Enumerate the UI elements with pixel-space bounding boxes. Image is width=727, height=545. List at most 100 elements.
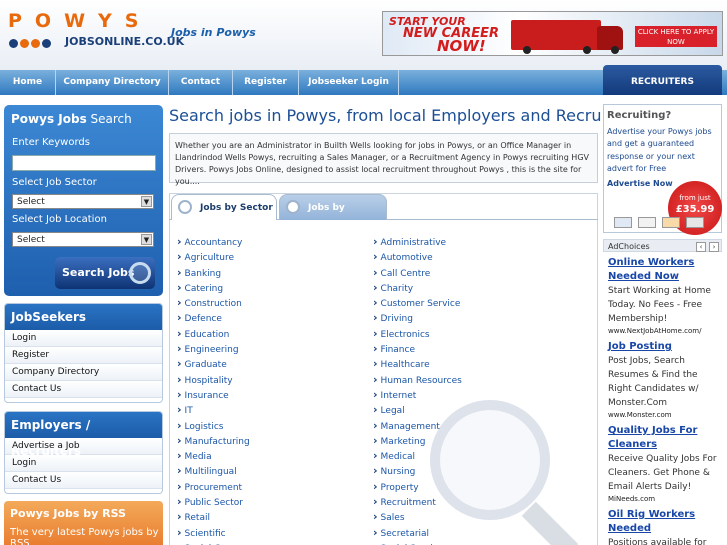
search-jobs-button[interactable]: Search Jobs	[55, 257, 155, 289]
sector-link[interactable]: Manufacturing	[177, 433, 250, 448]
adchoices-label: AdChoices	[608, 242, 650, 251]
sector-link[interactable]: Retail	[177, 509, 250, 524]
nav-home[interactable]: Home	[0, 70, 56, 95]
chevron-right-icon[interactable]: ›	[709, 242, 719, 252]
employer-login-link[interactable]: Login	[5, 455, 162, 472]
sector-link[interactable]: Graduate	[177, 356, 250, 371]
adchoices-bar[interactable]: AdChoices ‹ ›	[603, 239, 722, 252]
ad-body: Receive Quality Jobs For Cleaners. Get P…	[608, 454, 717, 492]
sector-link[interactable]: Engineering	[177, 341, 250, 356]
employer-contact-link[interactable]: Contact Us	[5, 472, 162, 489]
sector-link[interactable]: Driving	[373, 310, 462, 325]
location-select[interactable]: Select ▼	[12, 232, 154, 247]
jobseeker-contact-link[interactable]: Contact Us	[5, 381, 162, 398]
sector-link[interactable]: IT	[177, 402, 250, 417]
tab-jobs-by-sector[interactable]: Jobs by Sector	[171, 194, 277, 220]
solo-card-icon	[686, 217, 704, 228]
sector-link[interactable]: Procurement	[177, 479, 250, 494]
nav-jobseeker-login[interactable]: Jobseeker Login	[299, 70, 399, 95]
sector-link[interactable]: Insurance	[177, 387, 250, 402]
ad-title[interactable]: Online Workers Needed Now	[608, 256, 722, 284]
sector-link[interactable]: Automotive	[373, 249, 462, 264]
sector-link[interactable]: Hospitality	[177, 372, 250, 387]
sector-link[interactable]: Recruitment	[373, 494, 462, 509]
banner-line3: NOW!	[437, 37, 486, 55]
wheel-icon	[611, 46, 619, 54]
sector-link[interactable]: Defence	[177, 310, 250, 325]
maestro-card-icon	[638, 217, 656, 228]
nav-register[interactable]: Register	[233, 70, 299, 95]
sector-link[interactable]: Nursing	[373, 463, 462, 478]
banner-cta-button[interactable]: CLICK HERE TO APPLY NOW	[635, 26, 717, 47]
promo-body: Advertise your Powys jobs and get a guar…	[607, 127, 712, 174]
sector-link[interactable]: Human Resources	[373, 372, 462, 387]
magnifier-icon	[286, 200, 300, 214]
sector-link[interactable]: Secretarial	[373, 525, 462, 540]
sector-link[interactable]: Banking	[177, 265, 250, 280]
sector-select[interactable]: Select ▼	[12, 194, 154, 209]
chevron-left-icon[interactable]: ‹	[696, 242, 706, 252]
sector-link[interactable]: Agriculture	[177, 249, 250, 264]
chevron-down-icon: ▼	[141, 196, 152, 207]
keywords-input[interactable]	[12, 155, 156, 171]
site-logo[interactable]: POWYS JOBSONLINE.CO.UK	[8, 10, 184, 50]
banner-ad[interactable]: START YOUR NEW CAREER NOW! CLICK HERE TO…	[382, 11, 723, 56]
advertise-job-link[interactable]: Advertise a Job	[5, 438, 162, 455]
sector-link[interactable]: Social Services	[373, 540, 462, 545]
sector-link[interactable]: Multilingual	[177, 463, 250, 478]
intro-text: Whether you are an Administrator in Buil…	[169, 133, 598, 186]
ad-url[interactable]: MiNeeds.com	[608, 494, 722, 504]
location-label: Select Job Location	[12, 214, 107, 225]
sector-link[interactable]: Property	[373, 479, 462, 494]
sector-link[interactable]: Social Care	[177, 540, 250, 545]
sector-link[interactable]: Call Centre	[373, 265, 462, 280]
ad-title[interactable]: Quality Jobs For Cleaners	[608, 424, 722, 452]
magnifier-icon	[178, 200, 192, 214]
ad-url[interactable]: www.Monster.com	[608, 410, 722, 420]
jobseeker-company-directory-link[interactable]: Company Directory	[5, 364, 162, 381]
sector-link[interactable]: Administrative	[373, 234, 462, 249]
sector-link[interactable]: Electronics	[373, 326, 462, 341]
sector-link[interactable]: Media	[177, 448, 250, 463]
nav-contact[interactable]: Contact	[169, 70, 233, 95]
sector-link[interactable]: Sales	[373, 509, 462, 524]
sector-link[interactable]: Legal	[373, 402, 462, 417]
sector-link[interactable]: Catering	[177, 280, 250, 295]
sector-link[interactable]: Internet	[373, 387, 462, 402]
ad-title[interactable]: Job Posting	[608, 340, 722, 354]
jobseeker-register-link[interactable]: Register	[5, 347, 162, 364]
header: POWYS JOBSONLINE.CO.UK Jobs in Powys STA…	[0, 0, 727, 70]
jobseeker-login-link[interactable]: Login	[5, 330, 162, 347]
sector-link[interactable]: Education	[177, 326, 250, 341]
sector-link[interactable]: Finance	[373, 341, 462, 356]
sector-link[interactable]: Public Sector	[177, 494, 250, 509]
tab-jobs-by-location[interactable]: Jobs by Location	[279, 194, 387, 239]
sector-link[interactable]: Marketing	[373, 433, 462, 448]
ad-item[interactable]: Online Workers Needed Now Start Working …	[608, 256, 722, 336]
sector-link[interactable]: Customer Service	[373, 295, 462, 310]
nav-company-directory[interactable]: Company Directory	[56, 70, 169, 95]
sector-link[interactable]: Construction	[177, 295, 250, 310]
ad-item[interactable]: Job Posting Post Jobs, Search Resumes & …	[608, 340, 722, 420]
jobseekers-title: JobSeekers	[5, 304, 162, 330]
sector-link[interactable]: Scientific	[177, 525, 250, 540]
advertise-now-link[interactable]: Advertise Now	[607, 179, 673, 188]
sector-link[interactable]: Healthcare	[373, 356, 462, 371]
ad-url[interactable]: www.NextJobAtHome.com/	[608, 326, 722, 336]
ad-item[interactable]: Quality Jobs For Cleaners Receive Qualit…	[608, 424, 722, 504]
tagline: Jobs in Powys	[171, 26, 256, 39]
sector-link[interactable]: Management	[373, 418, 462, 433]
chevron-down-icon: ▼	[141, 234, 152, 245]
nav-recruiters[interactable]: RECRUITERS	[603, 65, 722, 95]
employers-title: Employers / Recruiters	[5, 412, 162, 458]
sector-link[interactable]: Accountancy	[177, 234, 250, 249]
sector-link[interactable]: Charity	[373, 280, 462, 295]
ad-title[interactable]: Oil Rig Workers Needed	[608, 508, 722, 536]
recruiting-promo[interactable]: Recruiting? Advertise your Powys jobs an…	[603, 104, 722, 235]
logo-dots	[9, 39, 51, 48]
search-panel-title: Powys Jobs Search	[11, 112, 132, 126]
sector-link[interactable]: Medical	[373, 448, 462, 463]
rss-panel[interactable]: Powys Jobs by RSS The very latest Powys …	[4, 501, 163, 545]
ad-item[interactable]: Oil Rig Workers Needed Positions availab…	[608, 508, 722, 545]
sector-link[interactable]: Logistics	[177, 418, 250, 433]
